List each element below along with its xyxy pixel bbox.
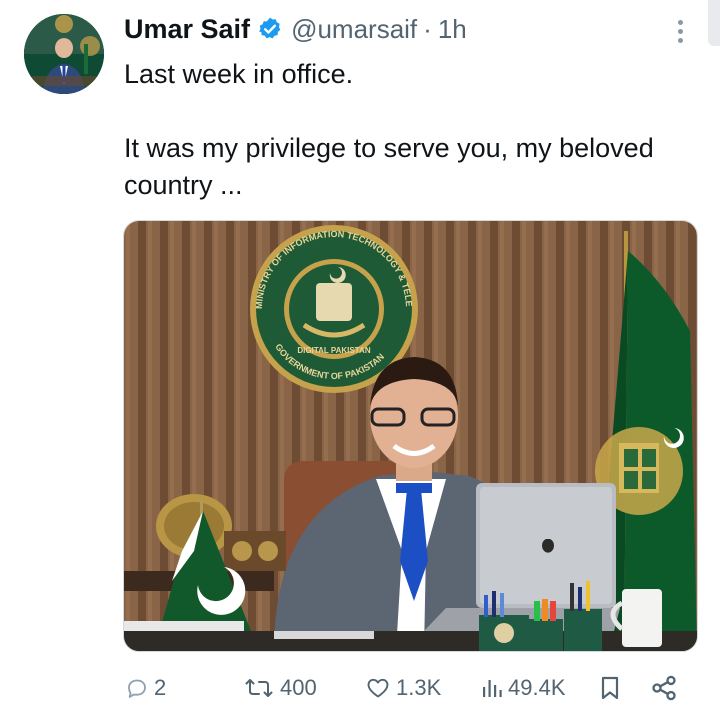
repost-button[interactable]: 400 — [242, 668, 317, 708]
views-button[interactable]: 49.4K — [480, 668, 566, 708]
action-bar: 2 400 1.3K 49.4K — [124, 668, 696, 708]
separator-dot: · — [423, 13, 432, 44]
tweet-line-2: It was my privilege to serve you, my bel… — [124, 133, 654, 200]
author-avatar[interactable] — [24, 14, 104, 94]
more-icon[interactable] — [666, 16, 694, 46]
scroll-edge — [708, 0, 720, 46]
like-icon — [367, 678, 389, 698]
avatar-image — [24, 14, 104, 94]
tweet-header: Umar Saif @umarsaif · 1h — [124, 12, 467, 46]
author-handle[interactable]: @umarsaif — [291, 14, 417, 45]
reply-icon — [128, 679, 146, 698]
views-count: 49.4K — [508, 675, 566, 700]
like-button[interactable]: 1.3K — [364, 668, 441, 708]
tweet-photo[interactable]: MINISTRY OF INFORMATION TECHNOLOGY & TEL… — [123, 220, 698, 652]
repost-icon — [245, 679, 273, 697]
share-button[interactable] — [650, 668, 682, 708]
author-name[interactable]: Umar Saif — [124, 14, 250, 45]
seal-text-middle: DIGITAL PAKISTAN — [297, 346, 370, 355]
tweet-line-1: Last week in office. — [124, 59, 354, 89]
office-photo-illustration: MINISTRY OF INFORMATION TECHNOLOGY & TEL… — [124, 221, 697, 651]
reply-button[interactable]: 2 — [124, 668, 166, 708]
tweet-time[interactable]: 1h — [438, 14, 467, 45]
views-icon — [483, 680, 502, 697]
verified-icon — [259, 17, 281, 39]
share-icon — [652, 675, 676, 701]
tweet-text: Last week in office. It was my privilege… — [124, 56, 684, 204]
like-count: 1.3K — [396, 675, 442, 700]
repost-count: 400 — [280, 675, 317, 700]
bookmark-button[interactable] — [598, 668, 626, 708]
reply-count: 2 — [154, 675, 167, 700]
bookmark-icon — [601, 676, 619, 700]
